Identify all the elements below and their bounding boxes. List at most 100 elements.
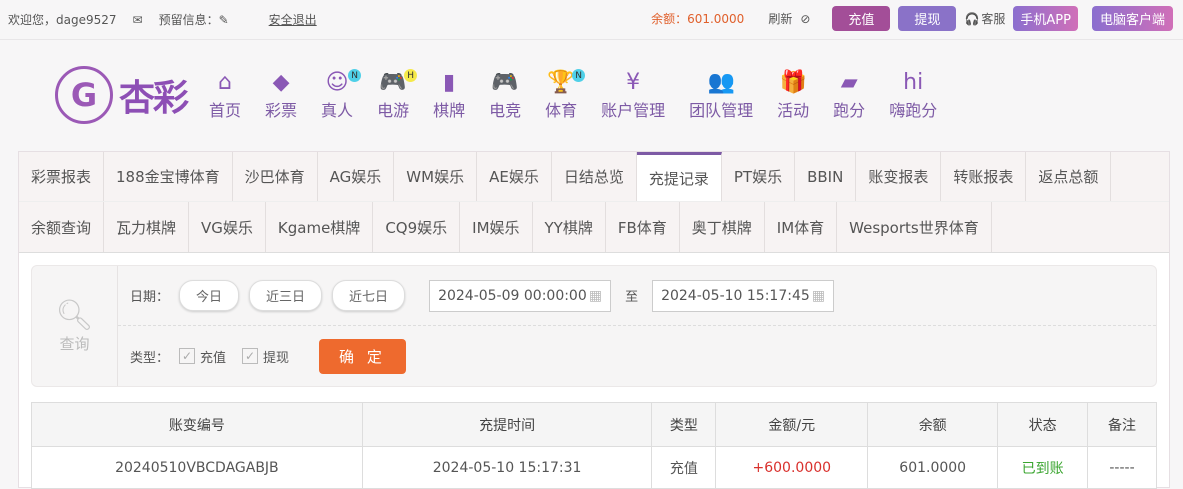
gamepad-icon: 🎮 [379, 70, 407, 95]
nav-item[interactable]: 🏆 体育 N [545, 69, 586, 121]
nav-label: 账户管理 [601, 101, 666, 120]
nav-item[interactable]: ◆ 彩票 [265, 69, 297, 121]
withdraw-checkbox[interactable]: ✓ 提现 [242, 347, 289, 366]
records-table: 账变编号 充提时间 类型 金额/元 余额 状态 备注 20240510VBCDAGABJB 2… [31, 402, 1157, 489]
trophy-icon: 🏆 [547, 70, 575, 95]
tab[interactable]: 彩票报表 [19, 152, 105, 201]
cards-icon: ▮ [443, 70, 456, 95]
nav-label: 电游 [377, 101, 410, 120]
logout-link[interactable]: 安全退出 [269, 11, 317, 28]
tab[interactable]: BBIN [795, 152, 857, 201]
nav-item[interactable]: ⌂ 首页 [209, 69, 241, 121]
nav-item[interactable]: 🎁 活动 [777, 69, 809, 121]
nav-item[interactable]: ☺ 真人 N [321, 69, 362, 121]
deposit-checkbox[interactable]: ✓ 充值 [179, 347, 226, 366]
tab[interactable]: IM娱乐 [460, 202, 533, 252]
nav-label: 活动 [777, 101, 810, 120]
woman-icon: ☺ [325, 70, 349, 95]
tab[interactable]: FB体育 [606, 202, 680, 252]
tab[interactable]: 奥丁棋牌 [680, 202, 765, 252]
column-header: 账变编号 [31, 402, 363, 447]
tab[interactable]: 瓦力棋牌 [104, 202, 190, 252]
tab[interactable]: 沙巴体育 [233, 152, 318, 201]
tab[interactable]: AG娱乐 [318, 152, 395, 201]
deposit-button[interactable]: 充值 [832, 6, 891, 31]
hi-icon: hi [903, 70, 924, 95]
tab[interactable]: CQ9娱乐 [373, 202, 461, 252]
nav-badge: N [348, 69, 362, 82]
nav-label: 电竞 [489, 101, 522, 120]
tab[interactable]: PT娱乐 [722, 152, 796, 201]
nav-item[interactable]: ▰ 跑分 [833, 69, 865, 121]
edit-icon[interactable]: ✎ [219, 13, 229, 27]
today-button[interactable]: 今日 [179, 280, 240, 311]
nav-item[interactable]: hi 嗨跑分 [889, 69, 937, 121]
pc-client-button[interactable]: 电脑客户端 [1091, 6, 1173, 31]
nav-item[interactable]: 👥 团队管理 [689, 69, 753, 121]
tab[interactable]: YY棋牌 [533, 202, 606, 252]
nav-label: 真人 [321, 101, 354, 120]
type-label: 类型： [130, 350, 170, 366]
confirm-button[interactable]: 确 定 [319, 338, 406, 374]
nav-item[interactable]: 🎮 电游 H [377, 69, 418, 121]
calendar-icon: ▦ [811, 287, 826, 304]
query-section: 🔍︎ 查询 [32, 266, 118, 386]
nav-label: 彩票 [265, 101, 298, 120]
nav-item[interactable]: 🎮 电竞 [489, 69, 521, 121]
top-bar: 欢迎您，dage9527 ✉ 预留信息： ✎ 安全退出 余额：601.0000 … [0, 0, 1183, 40]
date-label: 日期： [130, 290, 170, 305]
welcome-text: 欢迎您，dage9527 [8, 13, 117, 27]
mobile-app-button[interactable]: 手机APP [1013, 6, 1078, 31]
query-label: 查询 [59, 335, 90, 353]
tab[interactable]: 188金宝博体育 [104, 152, 233, 201]
tab[interactable]: 充提记录 [636, 152, 722, 201]
filter-panel: 🔍︎ 查询 日期： 今日 近三日 近七日 2024-05-09 00:00:00… [31, 265, 1157, 387]
column-header: 状态 [997, 402, 1089, 447]
nav-badge: H [404, 69, 418, 82]
tab[interactable]: VG娱乐 [189, 202, 266, 252]
logo[interactable]: G 杏彩 [55, 66, 189, 124]
tab[interactable]: 转账报表 [941, 152, 1027, 201]
end-date-input[interactable]: 2024-05-10 15:17:45 ▦ [652, 279, 835, 312]
start-date-input[interactable]: 2024-05-09 00:00:00 ▦ [429, 279, 612, 312]
nav-label: 团队管理 [689, 101, 754, 120]
mail-icon[interactable]: ✉ [133, 13, 143, 27]
tab[interactable]: WM娱乐 [394, 152, 478, 201]
table-cell: 20240510VBCDAGABJB [31, 446, 363, 489]
eye-off-icon[interactable]: ⊘ [800, 12, 810, 26]
withdraw-button[interactable]: 提现 [898, 6, 957, 31]
main-nav: G 杏彩 ⌂ 首页 ◆ 彩票 ☺ 真人 N 🎮 电游 H ▮ 棋牌 🎮 电竞 🏆 体育 N ¥ 账户管理 👥 团队管理 🎁 活… [0, 40, 1183, 150]
tab[interactable]: 余额查询 [19, 202, 105, 252]
ticket-icon: ◆ [272, 70, 290, 95]
three-days-button[interactable]: 近三日 [249, 280, 323, 311]
column-header: 备注 [1087, 402, 1157, 447]
column-header: 充提时间 [361, 402, 653, 447]
seven-days-button[interactable]: 近七日 [332, 280, 406, 311]
content-panel: 彩票报表 188金宝博体育 沙巴体育 AG娱乐 WM娱乐 AE娱乐 日结总览 充提记录 PT娱乐… [18, 151, 1170, 489]
calendar-icon: ▦ [588, 287, 603, 304]
tab[interactable]: AE娱乐 [477, 152, 552, 201]
tab[interactable]: IM体育 [765, 202, 838, 252]
search-icon: 🔍︎ [55, 298, 94, 333]
table-cell: 充值 [651, 446, 717, 489]
nav-label: 跑分 [833, 101, 866, 120]
balance: 余额：601.0000 [651, 12, 745, 26]
tab[interactable]: 日结总览 [552, 152, 637, 201]
tab[interactable]: Wesports世界体育 [837, 202, 992, 252]
table-row: 20240510VBCDAGABJB 2024-05-10 15:17:31 充值 +… [31, 446, 1157, 489]
tab[interactable]: Kgame棋牌 [266, 202, 374, 252]
refresh-button[interactable]: 刷新 [768, 10, 792, 27]
tab[interactable]: 返点总额 [1026, 152, 1112, 201]
nav-item[interactable]: ¥ 账户管理 [601, 69, 665, 121]
column-header: 余额 [867, 402, 999, 447]
rhino-icon: ▰ [840, 70, 858, 95]
table-cell: +600.0000 [715, 446, 869, 489]
table-cell: 2024-05-10 15:17:31 [361, 446, 653, 489]
nav-label: 嗨跑分 [889, 101, 938, 120]
tab[interactable]: 账变报表 [856, 152, 942, 201]
nav-item[interactable]: ▮ 棋牌 [433, 69, 465, 121]
gift-icon: 🎁 [779, 70, 807, 95]
service-link[interactable]: 客服 [981, 10, 1005, 27]
nav-badge: N [572, 69, 586, 82]
table-cell: ----- [1087, 446, 1157, 489]
